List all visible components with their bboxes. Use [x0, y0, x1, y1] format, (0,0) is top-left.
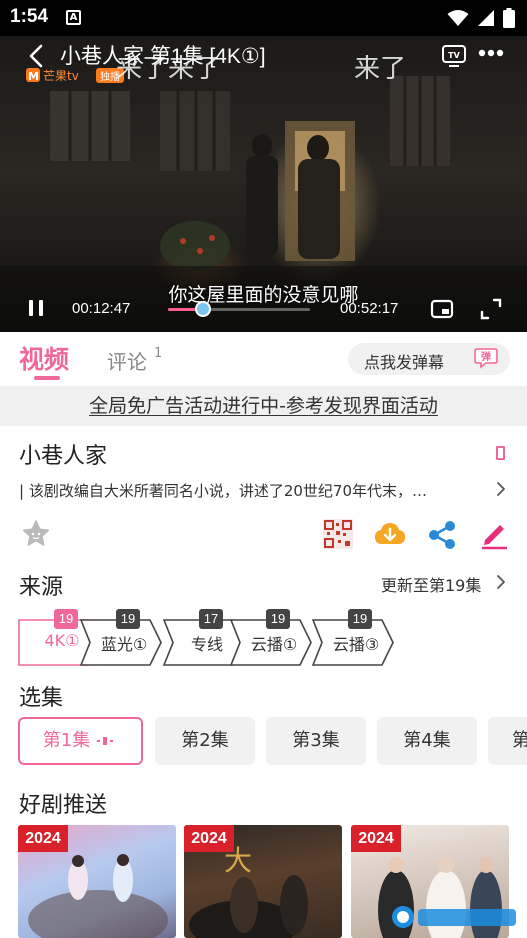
source-episode-count-badge: 19	[266, 609, 290, 629]
source-option[interactable]: 云播③ 19	[312, 609, 394, 666]
episode-button[interactable]: 第3集	[266, 717, 366, 765]
source-option[interactable]: 蓝光① 19	[80, 609, 162, 666]
tab-comments[interactable]: 评论	[107, 346, 147, 375]
svg-text:TV: TV	[448, 51, 460, 60]
mango-tv-logo-icon: M 芒果tv 独播	[26, 68, 124, 83]
share-icon[interactable]	[426, 519, 458, 551]
episode-button[interactable]: 第1集	[18, 717, 143, 765]
brand-logo: M 芒果tv 独播	[26, 65, 126, 85]
watermark-logo-icon	[392, 906, 516, 928]
progress-bar[interactable]	[168, 301, 310, 317]
tab-active-indicator	[34, 376, 60, 380]
promo-notice-text[interactable]: 全局免广告活动进行中-参考发现界面活动	[89, 395, 438, 417]
system-icons	[447, 8, 515, 28]
source-episode-count-badge: 19	[116, 609, 140, 629]
signal-icon	[478, 10, 494, 26]
show-title: 小巷人家	[19, 444, 108, 469]
source-option-label: 云播①	[250, 635, 298, 654]
status-bar: 1:54 A	[0, 0, 527, 36]
source-option-label: 蓝光①	[100, 635, 148, 654]
download-icon[interactable]	[374, 520, 406, 548]
chevron-right-icon[interactable]	[495, 573, 507, 591]
danmu-comment: 来了	[354, 53, 407, 83]
recommend-card[interactable]: 大 2024	[184, 825, 342, 938]
chevron-right-icon[interactable]	[495, 480, 507, 498]
episode-label: 第4集	[403, 730, 451, 751]
episode-label: 第2集	[181, 730, 229, 751]
content-tabs: 视频 评论 1 点我发弹幕 弹	[0, 332, 527, 386]
episode-button[interactable]: 第2集	[155, 717, 255, 765]
action-bar	[0, 514, 527, 558]
episode-button[interactable]: 第5集	[488, 717, 527, 765]
notification-icon: A	[66, 10, 81, 25]
recommend-heading: 好剧推送	[19, 793, 108, 818]
danmu-comment: 来了	[168, 53, 221, 83]
status-time: 1:54	[10, 6, 49, 27]
player-controls: 00:12:47 00:52:17	[0, 288, 527, 332]
progress-thumb[interactable]	[194, 301, 211, 317]
brand-name: 芒果tv	[43, 68, 79, 83]
total-time: 00:52:17	[340, 300, 399, 317]
now-playing-icon	[97, 737, 114, 745]
tab-video[interactable]: 视频	[19, 340, 69, 376]
episode-button[interactable]: 第4集	[377, 717, 477, 765]
svg-text:M: M	[28, 70, 39, 83]
send-danmu-button[interactable]: 点我发弹幕 弹	[348, 343, 510, 375]
danmu-bubble-icon[interactable]: 弹	[474, 347, 498, 369]
picture-in-picture-icon[interactable]	[430, 298, 454, 320]
edit-pencil-icon[interactable]	[478, 518, 510, 550]
fullscreen-icon[interactable]	[479, 297, 503, 321]
favorite-star-icon[interactable]	[20, 518, 52, 550]
episode-label: 第3集	[292, 730, 340, 751]
source-heading: 来源	[19, 575, 64, 600]
year-badge: 2024	[184, 825, 234, 852]
more-icon[interactable]	[478, 46, 504, 60]
synopsis[interactable]: | 该剧改编自大米所著同名小说，讲述了20世纪70年代末，…	[19, 480, 489, 501]
source-option-label: 云播③	[332, 635, 380, 654]
video-player[interactable]: 小巷人家 第1集 [4K①] TV M 芒果tv 独播 来了 来了 来了 你这屋…	[0, 36, 527, 332]
comment-count: 1	[154, 346, 163, 361]
source-episode-count-badge: 19	[348, 609, 372, 629]
send-danmu-label: 点我发弹幕	[364, 353, 445, 372]
recommend-card[interactable]: 2024	[18, 825, 176, 938]
source-option[interactable]: 云播① 19	[230, 609, 312, 666]
year-badge: 2024	[351, 825, 401, 852]
episodes-heading: 选集	[19, 686, 64, 711]
danmu-comment: 来了	[116, 53, 169, 83]
source-update-link[interactable]: 更新至第19集	[381, 572, 481, 596]
battery-icon	[503, 8, 515, 28]
tv-cast-icon[interactable]: TV	[441, 44, 467, 68]
danmu-badge-text: 弹	[481, 350, 491, 363]
source-episode-count-badge: 19	[54, 609, 78, 629]
current-time: 00:12:47	[72, 300, 131, 317]
qr-code-icon[interactable]	[323, 519, 353, 549]
episode-label: 第5集	[512, 730, 527, 751]
source-episode-count-badge: 17	[199, 609, 223, 629]
bookmark-marker-icon	[496, 446, 505, 460]
wifi-icon	[447, 10, 469, 26]
year-badge: 2024	[18, 825, 68, 852]
pause-icon[interactable]	[28, 299, 44, 317]
episode-label: 第1集	[42, 730, 91, 751]
promo-notice[interactable]: 全局免广告活动进行中-参考发现界面活动	[0, 386, 527, 426]
